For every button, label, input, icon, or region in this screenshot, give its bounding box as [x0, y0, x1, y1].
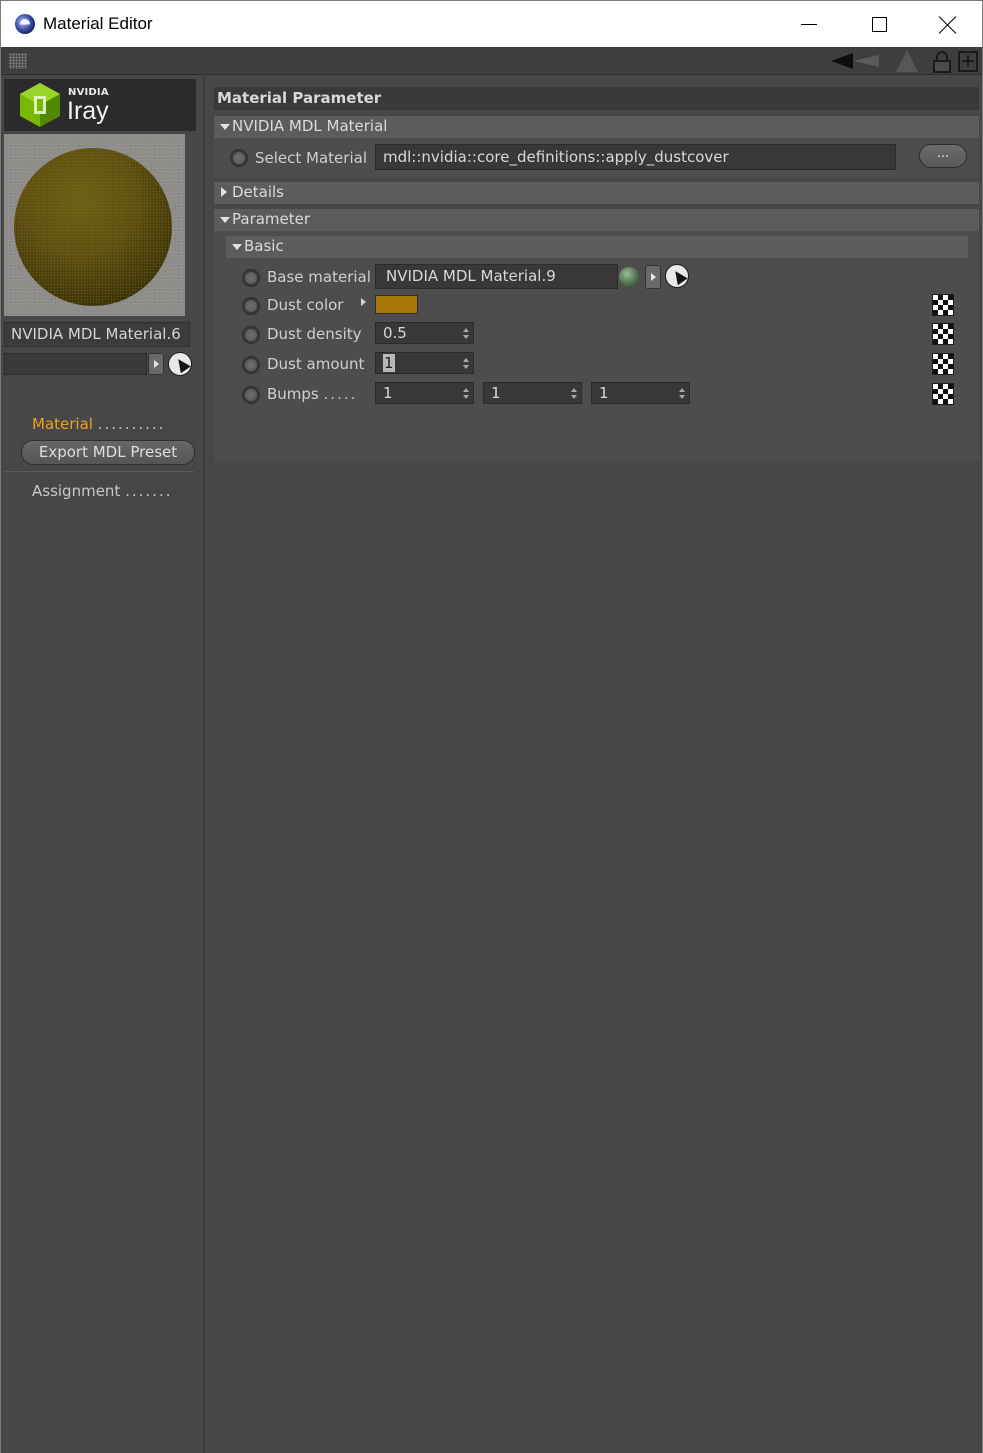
dust-density-input[interactable]: 0.5	[375, 322, 474, 344]
iray-cube-icon	[20, 83, 60, 127]
material-parameter-header: Material Parameter	[214, 87, 979, 110]
minimize-button[interactable]	[774, 1, 844, 48]
bumps-dots: .....	[323, 385, 358, 403]
app-icon	[15, 14, 35, 34]
group-nvidia-mdl-material-label: NVIDIA MDL Material	[232, 117, 388, 135]
logo-product: Iray	[67, 97, 109, 125]
group-parameter-label: Parameter	[232, 210, 311, 228]
spinner-arrows-icon[interactable]	[571, 388, 577, 400]
dust-color-label: Dust color	[267, 296, 344, 314]
dust-amount-value: 1	[383, 354, 395, 372]
minimize-icon	[801, 24, 817, 25]
maximize-button[interactable]	[844, 1, 914, 48]
expanded-triangle-icon	[232, 244, 242, 250]
bumps-label-group: Bumps .....	[267, 385, 357, 403]
spinner-arrows-icon[interactable]	[463, 388, 469, 400]
pick-cursor-icon[interactable]	[665, 264, 689, 288]
forward-arrow-icon[interactable]	[853, 55, 879, 67]
bumps-x-input[interactable]: 1	[375, 382, 474, 404]
spinner-arrows-icon[interactable]	[463, 328, 469, 340]
title-bar: Material Editor	[0, 0, 983, 47]
dust-color-expand-arrow-icon[interactable]	[361, 298, 366, 306]
spinner-arrows-icon[interactable]	[463, 358, 469, 370]
nav-material[interactable]: Material ..........	[32, 415, 165, 433]
close-button[interactable]	[913, 1, 983, 48]
expanded-triangle-icon	[220, 124, 230, 130]
dust-amount-animate-radio[interactable]	[242, 356, 260, 374]
divider	[4, 471, 194, 472]
nav-assignment[interactable]: Assignment .......	[32, 482, 173, 500]
bumps-y-input[interactable]: 1	[483, 382, 582, 404]
base-material-menu-arrow-button[interactable]	[645, 265, 661, 289]
lock-icon[interactable]	[933, 51, 951, 73]
material-name-field[interactable]: NVIDIA MDL Material.6	[4, 322, 190, 347]
drag-grip-icon[interactable]	[9, 53, 27, 69]
group-details[interactable]: Details	[214, 182, 979, 204]
bumps-z-input[interactable]: 1	[591, 382, 690, 404]
bumps-x-value: 1	[383, 384, 393, 402]
bumps-label: Bumps	[267, 385, 319, 403]
right-panel: Material Parameter NVIDIA MDL Material S…	[209, 77, 982, 1453]
link-field[interactable]	[4, 353, 147, 375]
up-arrow-icon[interactable]	[896, 50, 918, 72]
group-basic[interactable]: Basic	[226, 236, 968, 258]
group-nvidia-mdl-material[interactable]: NVIDIA MDL Material	[214, 116, 979, 138]
base-material-label: Base material	[267, 268, 371, 286]
group-parameter[interactable]: Parameter	[214, 209, 979, 231]
bumps-z-value: 1	[599, 384, 609, 402]
nav-assignment-dots: .......	[125, 482, 173, 500]
collapsed-triangle-icon	[221, 187, 227, 197]
dust-color-texture-checker-icon[interactable]	[932, 294, 954, 316]
material-ball-icon	[619, 267, 639, 287]
dust-density-texture-checker-icon[interactable]	[932, 323, 954, 345]
pick-cursor-icon[interactable]	[168, 352, 192, 376]
select-material-animate-radio[interactable]	[230, 149, 248, 167]
close-icon	[939, 16, 957, 34]
nav-material-label: Material	[32, 415, 93, 433]
bumps-texture-checker-icon[interactable]	[932, 383, 954, 405]
base-material-link-field[interactable]: NVIDIA MDL Material.9	[375, 264, 618, 289]
group-details-label: Details	[232, 183, 285, 201]
dust-amount-label: Dust amount	[267, 355, 365, 373]
nav-material-dots: ..........	[97, 415, 166, 433]
new-window-icon[interactable]	[958, 51, 978, 72]
export-mdl-preset-button[interactable]: Export MDL Preset	[21, 440, 195, 465]
dust-density-value: 0.5	[383, 324, 407, 342]
preview-sphere	[14, 148, 172, 306]
expanded-triangle-icon	[220, 217, 230, 223]
material-preview[interactable]	[4, 134, 185, 316]
toolbar	[1, 47, 982, 75]
select-material-field[interactable]: mdl::nvidia::core_definitions::apply_dus…	[375, 144, 896, 170]
base-material-animate-radio[interactable]	[242, 269, 260, 287]
browse-material-button[interactable]: ...	[919, 144, 967, 168]
back-arrow-icon[interactable]	[831, 53, 853, 69]
dust-color-swatch[interactable]	[375, 295, 418, 314]
left-panel: NVIDIA Iray NVIDIA MDL Material.6 Materi…	[1, 77, 205, 1453]
select-material-label: Select Material	[255, 149, 367, 167]
bumps-y-value: 1	[491, 384, 501, 402]
group-basic-label: Basic	[244, 237, 284, 255]
window-title: Material Editor	[43, 14, 153, 33]
dust-amount-texture-checker-icon[interactable]	[932, 353, 954, 375]
spinner-arrows-icon[interactable]	[679, 388, 685, 400]
material-editor-window: NVIDIA Iray NVIDIA MDL Material.6 Materi…	[0, 47, 983, 1453]
nav-assignment-label: Assignment	[32, 482, 121, 500]
dust-density-label: Dust density	[267, 325, 362, 343]
bumps-animate-radio[interactable]	[242, 386, 260, 404]
maximize-icon	[871, 17, 887, 32]
dust-color-animate-radio[interactable]	[242, 297, 260, 315]
link-menu-arrow-button[interactable]	[148, 353, 164, 375]
dust-density-animate-radio[interactable]	[242, 326, 260, 344]
iray-logo: NVIDIA Iray	[4, 79, 196, 131]
dust-amount-input[interactable]: 1	[375, 352, 474, 374]
